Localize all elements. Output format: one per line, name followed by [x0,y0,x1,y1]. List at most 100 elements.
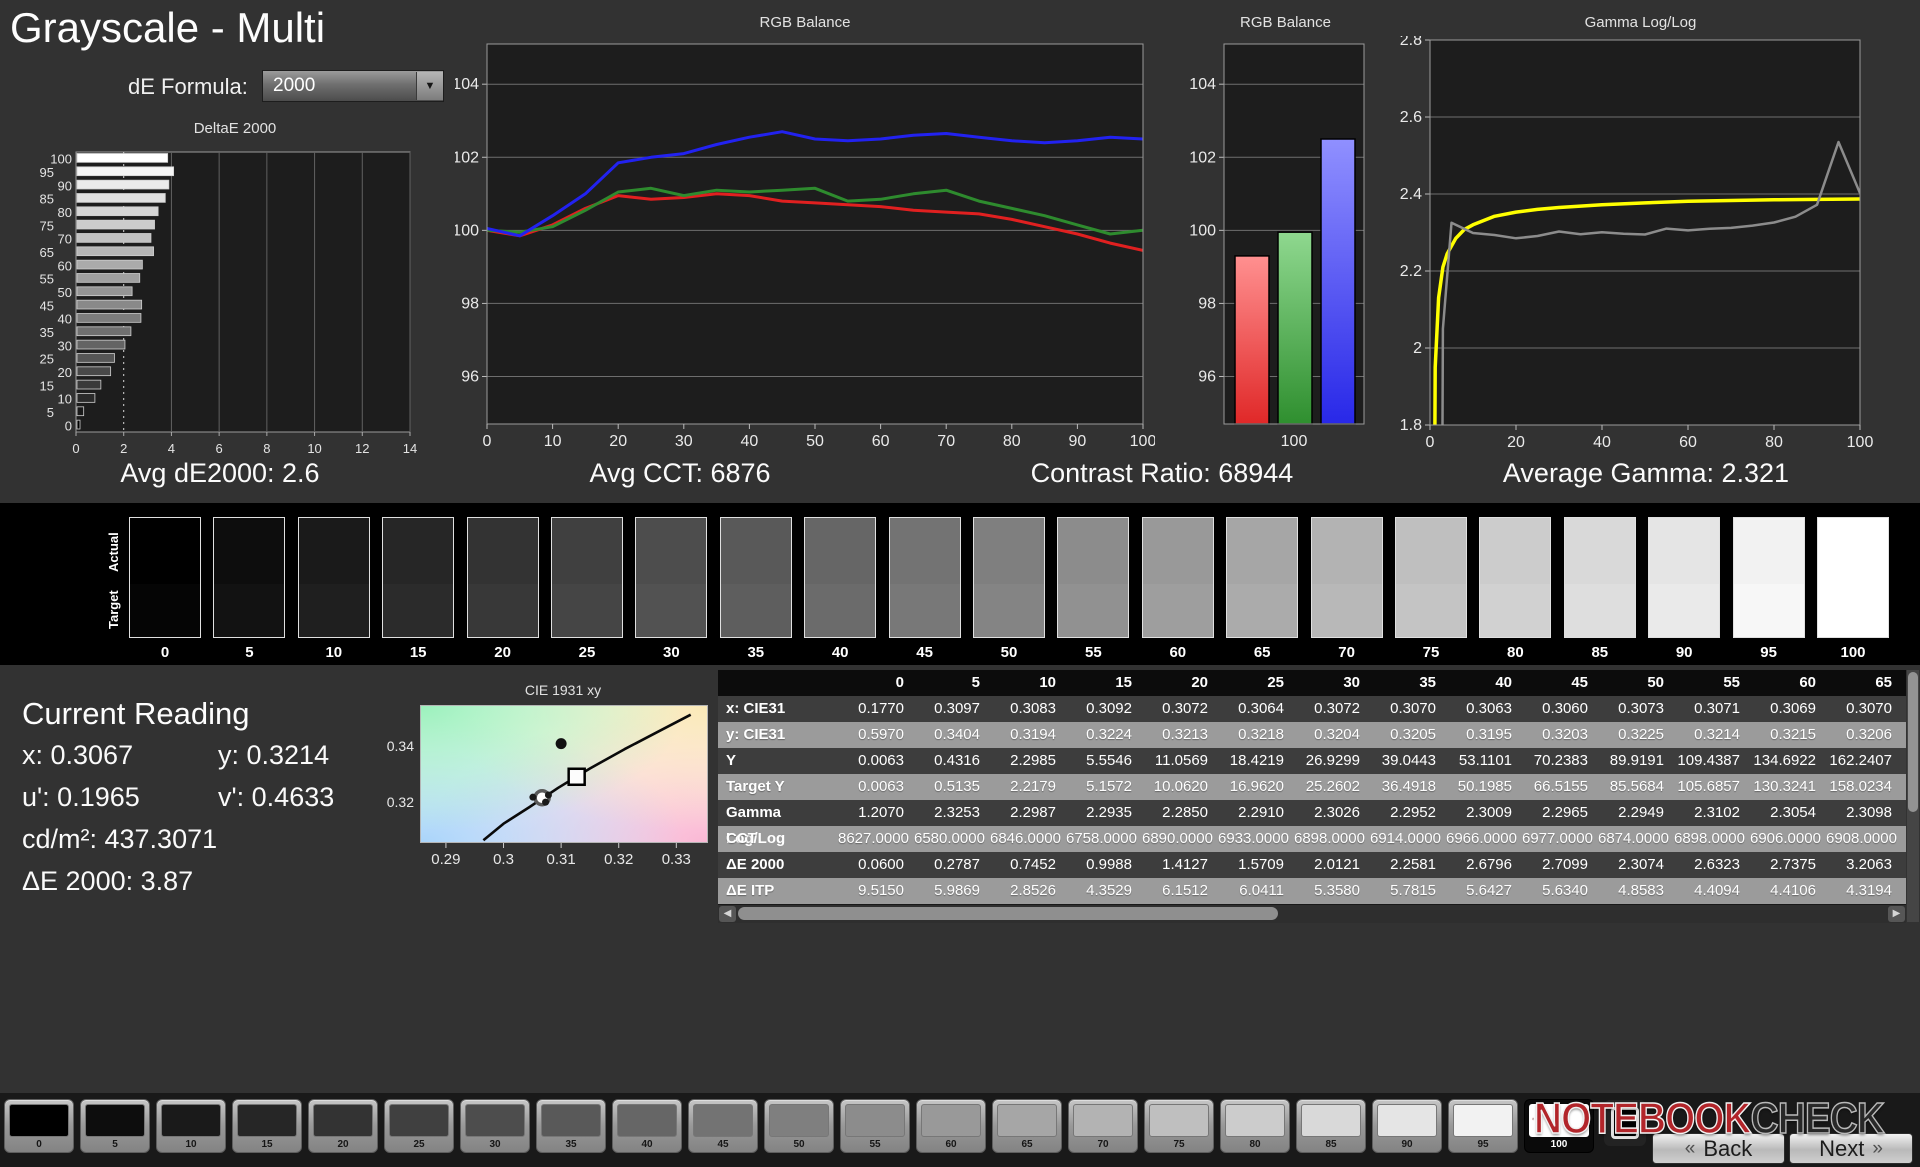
chevron-down-icon[interactable]: ▼ [416,72,443,100]
table-col-header-45: 45 [1571,674,1588,691]
rgb-line-chart-canvas: 96 98 100 102 104 0 10 20 30 40 50 60 70 80 90 100 [452,36,1156,466]
patch-button-60[interactable]: 60 [916,1099,986,1153]
deltae-bar-45 [76,299,143,310]
table-cell: 5.1572 [1086,778,1132,795]
patch-button-95[interactable]: 95 [1448,1099,1518,1153]
patch-button-5[interactable]: 5 [80,1099,150,1153]
deltae-bar-30 [76,339,126,350]
table-cell: 158.0234 [1829,778,1892,795]
calman-grayscale-screen: Grayscale - Multi dE Formula: 2000 ▼ Del… [0,0,1920,1167]
ramp-swatch-85 [1563,517,1636,638]
table-cell: 6977.0000 [1522,830,1593,847]
patch-button-80[interactable]: 80 [1220,1099,1290,1153]
patch-button-65[interactable]: 65 [992,1099,1062,1153]
svg-text:2.2: 2.2 [1400,263,1422,280]
svg-text:100: 100 [1189,222,1216,239]
table-cell: 6898.0000 [1294,830,1365,847]
current-reading-title: Current Reading [22,696,250,731]
vertical-scrollbar[interactable] [1907,670,1919,922]
svg-text:1.8: 1.8 [1400,417,1422,434]
svg-text:30: 30 [675,433,693,450]
ramp-level-label: 45 [916,644,933,661]
ramp-swatch-20 [466,517,539,638]
svg-text:102: 102 [455,149,479,166]
table-col-header-40: 40 [1495,674,1512,691]
ramp-target-label: Target [106,590,121,630]
table-cell: 0.2787 [934,856,980,873]
table-cell: 0.3064 [1238,700,1284,717]
scroll-right-arrow[interactable]: ▶ [1888,906,1905,922]
table-cell: 0.1770 [858,700,904,717]
de-formula-dropdown[interactable]: 2000 ▼ [262,70,444,102]
table-cell: 4.3529 [1086,882,1132,899]
svg-text:60: 60 [58,258,72,273]
patch-button-70[interactable]: 70 [1068,1099,1138,1153]
stat-average-gamma: Average Gamma: 2.321 [1502,458,1790,488]
cie-xtick: 0.31 [546,851,576,868]
stat-avg-cct: Avg CCT: 6876 [589,458,771,488]
deltae-bar-75 [76,219,155,230]
table-cell: 0.3070 [1846,700,1892,717]
ramp-swatch-60 [1141,517,1214,638]
ramp-level-label: 50 [1000,644,1018,661]
back-button[interactable]: « Back [1652,1133,1785,1164]
svg-text:50: 50 [58,285,72,300]
table-cell: 0.7452 [1010,856,1056,873]
patch-button-10[interactable]: 10 [156,1099,226,1153]
svg-text:25: 25 [40,352,54,367]
patch-button-40[interactable]: 40 [612,1099,682,1153]
deltae-bar-25 [76,353,115,363]
patch-button-30[interactable]: 30 [460,1099,530,1153]
svg-text:100: 100 [1847,434,1874,451]
table-row: y: CIE31 0.5970 0.3404 0.3194 0.3224 0.3213 0.… [718,722,1906,748]
table-corner-cell [718,670,838,696]
reading-luminance: cd/m²: 437.3071 [22,824,218,854]
patch-button-50[interactable]: 50 [764,1099,834,1153]
table-cell: 0.3060 [1542,700,1588,717]
patch-button-25[interactable]: 25 [384,1099,454,1153]
table-col-header-15: 15 [1115,674,1132,691]
ramp-swatch-50 [973,517,1045,638]
patch-button-100[interactable]: 100 [1524,1099,1594,1153]
deltae-bar-5 [76,406,85,417]
patch-button-35[interactable]: 35 [536,1099,606,1153]
table-cell: 2.3102 [1694,804,1740,821]
svg-text:70: 70 [937,433,955,450]
patch-button-45[interactable]: 45 [688,1099,758,1153]
ramp-level-label: 60 [1169,644,1187,661]
table-cell: 0.3218 [1238,726,1284,743]
table-cell: 2.3009 [1466,804,1512,821]
patch-button-15[interactable]: 15 [232,1099,302,1153]
ramp-swatch-35 [719,517,792,638]
patch-button-85[interactable]: 85 [1296,1099,1366,1153]
patch-button-90[interactable]: 90 [1372,1099,1442,1153]
horizontal-scrollbar[interactable]: ◀ ▶ [718,904,1906,923]
table-cell: 6908.0000 [1826,830,1897,847]
patch-button-75[interactable]: 75 [1144,1099,1214,1153]
table-cell: 5.6340 [1542,882,1588,899]
deltae-bar-85 [76,193,166,203]
table-cell: 0.3097 [934,700,980,717]
next-button[interactable]: Next » [1789,1133,1913,1164]
table-col-header-20: 20 [1191,674,1208,691]
svg-text:55: 55 [40,272,54,287]
patch-button-20[interactable]: 20 [308,1099,378,1153]
svg-text:15: 15 [40,378,54,393]
reading-u: u': 0.1965 [22,782,140,812]
table-cell: 0.3071 [1694,700,1740,717]
table-row-label: Target Y [726,778,785,795]
table-row-label: ΔE ITP [726,882,775,899]
table-cell: 2.2179 [1010,778,1056,795]
rgb-bar-chart-title: RGB Balance [1240,14,1331,31]
pattern-window-toggle-button[interactable] [1604,1100,1646,1146]
svg-text:60: 60 [1679,434,1697,451]
table-cell: 85.5684 [1609,778,1664,795]
svg-text:20: 20 [609,433,627,450]
vertical-scrollbar-thumb[interactable] [1908,672,1918,812]
table-row: ΔE ITP 9.5150 5.9869 2.8526 4.3529 6.1512 6.04… [718,878,1906,904]
scroll-left-arrow[interactable]: ◀ [719,906,736,922]
patch-button-55[interactable]: 55 [840,1099,910,1153]
reading-de2000: ΔE 2000: 3.87 [22,866,194,896]
patch-button-0[interactable]: 0 [4,1099,74,1153]
horizontal-scrollbar-thumb[interactable] [738,907,1278,920]
